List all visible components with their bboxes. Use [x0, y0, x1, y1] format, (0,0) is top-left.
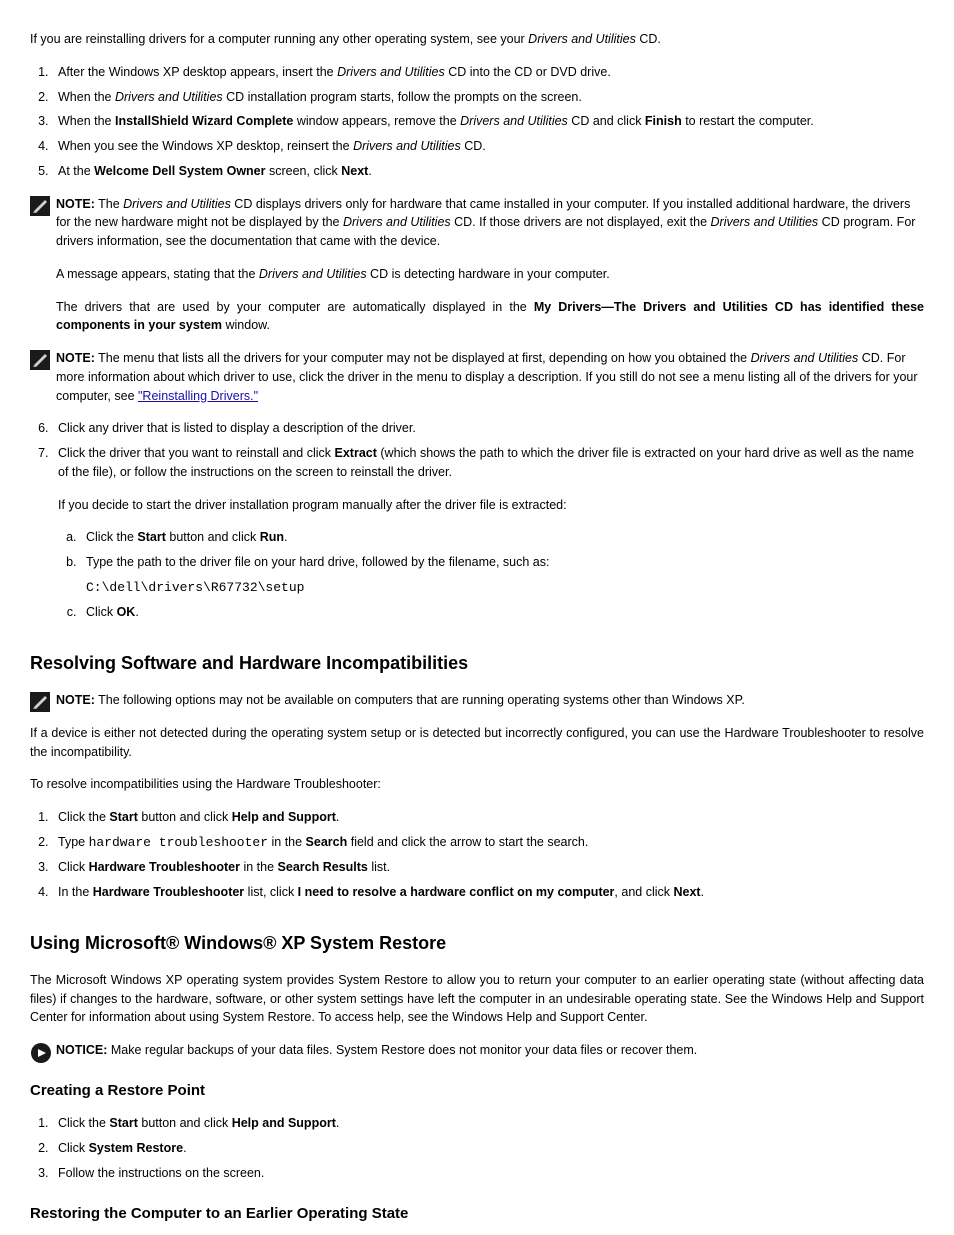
- step-2: When the Drivers and Utilities CD instal…: [52, 88, 924, 107]
- intro-paragraph: If you are reinstalling drivers for a co…: [30, 30, 924, 49]
- note-3: NOTE: The following options may not be a…: [30, 691, 924, 710]
- resolve-step-4: In the Hardware Troubleshooter list, cli…: [52, 883, 924, 902]
- note-icon: [30, 196, 50, 216]
- notice-icon: [30, 1042, 52, 1064]
- notice-label: NOTICE:: [56, 1043, 107, 1057]
- restore-intro: The Microsoft Windows XP operating syste…: [30, 971, 924, 1027]
- create-restore-steps: Click the Start button and click Help an…: [30, 1114, 924, 1182]
- drivers-steps-list-cont: Click any driver that is listed to displ…: [30, 419, 924, 481]
- step-1: After the Windows XP desktop appears, in…: [52, 63, 924, 82]
- note-label: NOTE:: [56, 351, 95, 365]
- driver-path-example: C:\dell\drivers\R67732\setup: [86, 578, 924, 598]
- detecting-message: A message appears, stating that the Driv…: [30, 265, 924, 284]
- step-6: Click any driver that is listed to displ…: [52, 419, 924, 438]
- resolve-step-1: Click the Start button and click Help an…: [52, 808, 924, 827]
- step-3: When the InstallShield Wizard Complete w…: [52, 112, 924, 131]
- heading-create-restore-point: Creating a Restore Point: [30, 1080, 924, 1103]
- heading-resolving: Resolving Software and Hardware Incompat…: [30, 650, 924, 677]
- note-label: NOTE:: [56, 197, 95, 211]
- substep-c: Click OK.: [80, 603, 924, 622]
- substep-a: Click the Start button and click Run.: [80, 528, 924, 547]
- create-step-3: Follow the instructions on the screen.: [52, 1164, 924, 1183]
- note-icon: [30, 692, 50, 712]
- step-5: At the Welcome Dell System Owner screen,…: [52, 162, 924, 181]
- substep-b: Type the path to the driver file on your…: [80, 553, 924, 597]
- step-7-alt: If you decide to start the driver instal…: [30, 496, 924, 515]
- resolve-steps: Click the Start button and click Help an…: [30, 808, 924, 902]
- create-step-1: Click the Start button and click Help an…: [52, 1114, 924, 1133]
- note-1: NOTE: The Drivers and Utilities CD displ…: [30, 195, 924, 251]
- resolve-intro: If a device is either not detected durin…: [30, 724, 924, 762]
- notice-1: NOTICE: Make regular backups of your dat…: [30, 1041, 924, 1060]
- my-drivers-message: The drivers that are used by your comput…: [30, 298, 924, 336]
- note-icon: [30, 350, 50, 370]
- reinstalling-drivers-link[interactable]: "Reinstalling Drivers.": [138, 389, 258, 403]
- heading-system-restore: Using Microsoft® Windows® XP System Rest…: [30, 930, 924, 957]
- create-step-2: Click System Restore.: [52, 1139, 924, 1158]
- resolve-step-2: Type hardware troubleshooter in the Sear…: [52, 833, 924, 853]
- step-4: When you see the Windows XP desktop, rei…: [52, 137, 924, 156]
- heading-restore-earlier: Restoring the Computer to an Earlier Ope…: [30, 1203, 924, 1226]
- note-label: NOTE:: [56, 693, 95, 707]
- resolve-step-3: Click Hardware Troubleshooter in the Sea…: [52, 858, 924, 877]
- manual-install-substeps: Click the Start button and click Run. Ty…: [30, 528, 924, 622]
- drivers-steps-list: After the Windows XP desktop appears, in…: [30, 63, 924, 181]
- step-7: Click the driver that you want to reinst…: [52, 444, 924, 482]
- resolve-lead: To resolve incompatibilities using the H…: [30, 775, 924, 794]
- note-2: NOTE: The menu that lists all the driver…: [30, 349, 924, 405]
